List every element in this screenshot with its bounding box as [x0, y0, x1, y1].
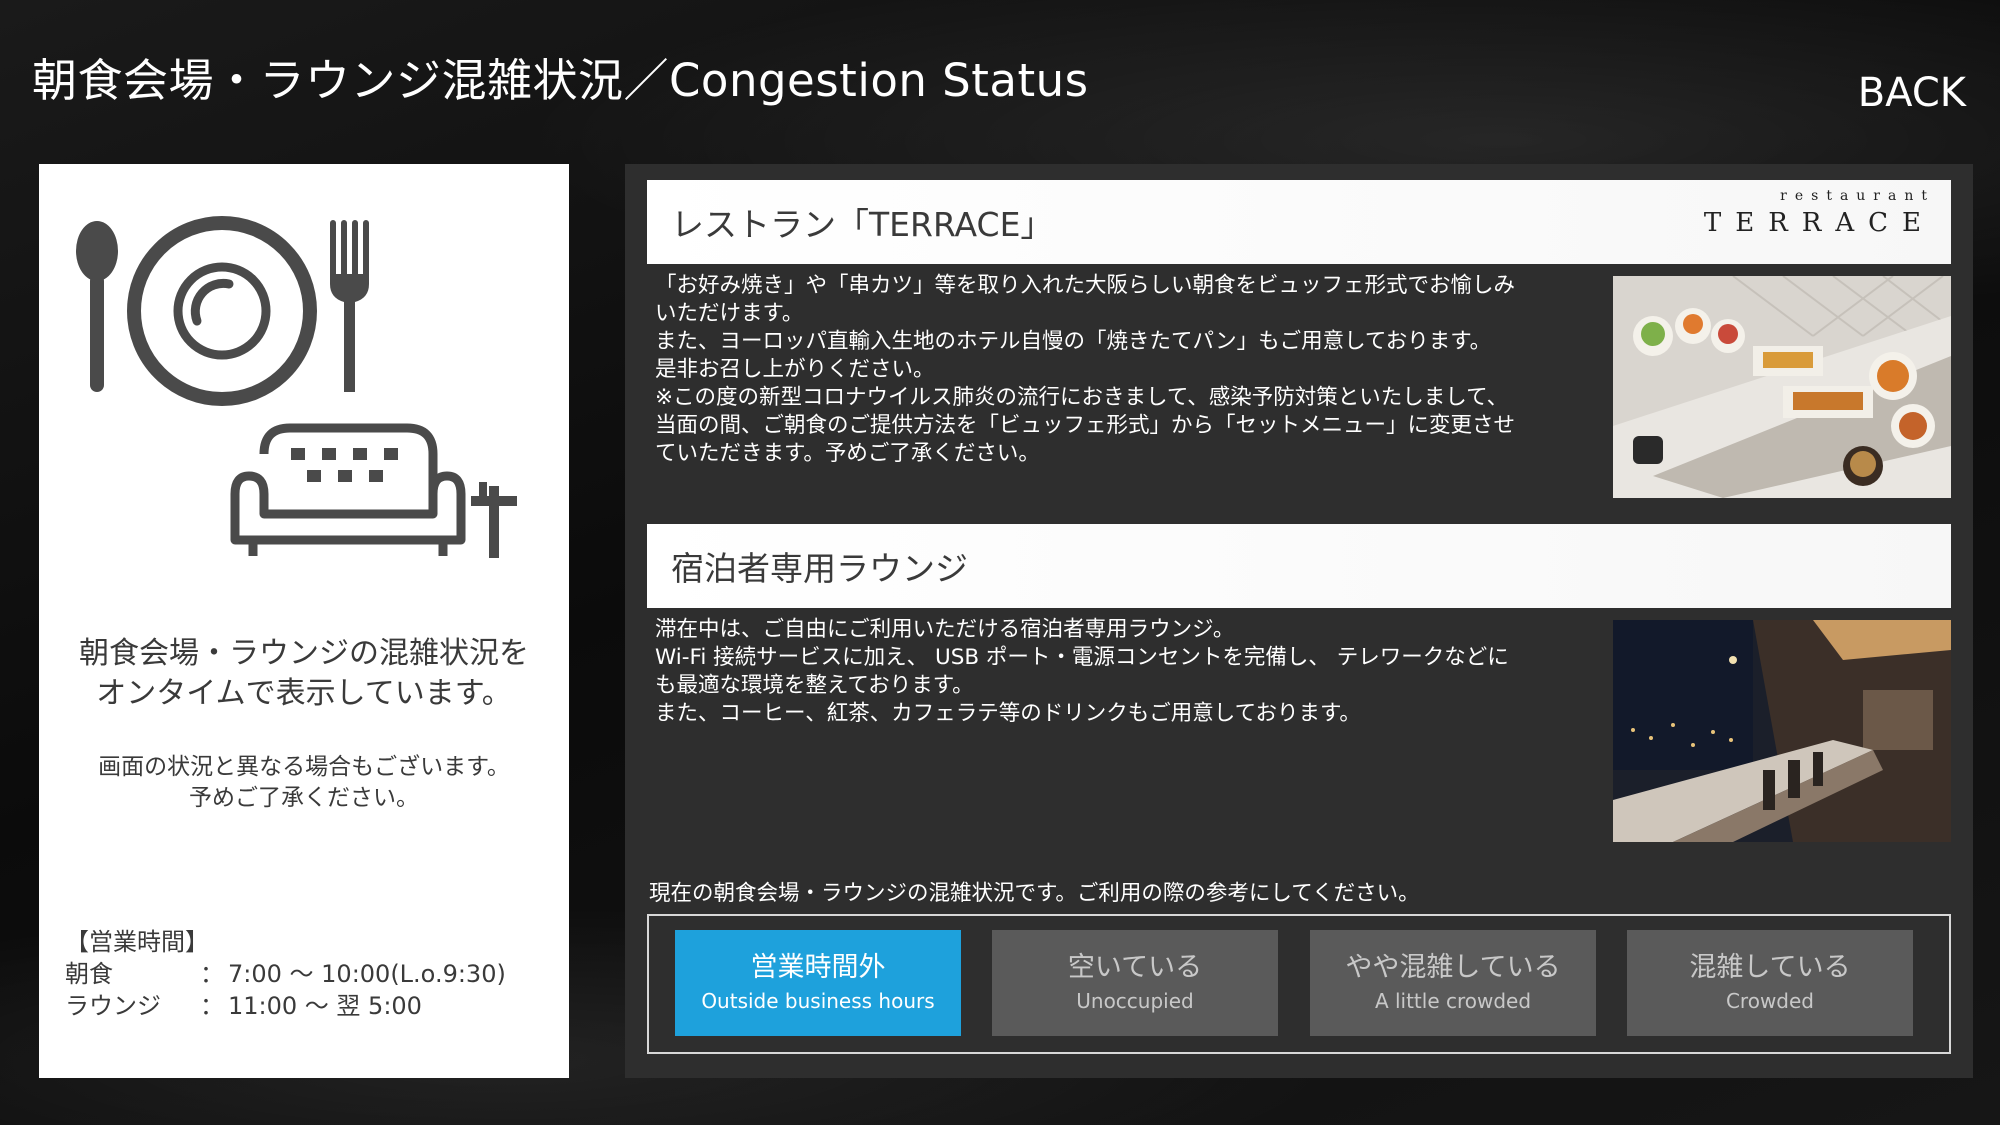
spoon-icon — [76, 221, 118, 392]
table-icon — [471, 482, 517, 558]
status-label-en: Outside business hours — [701, 989, 935, 1013]
status-label-jp: 混雑している — [1689, 952, 1851, 983]
business-hours: 【営業時間】 朝食 ： 7:00 ～ 10:00(L.o.9:30) ラウンジ … — [65, 926, 555, 1022]
status-label-en: A little crowded — [1374, 989, 1532, 1013]
hours-separator: ： — [200, 960, 224, 988]
status-label-jp: やや混雑している — [1345, 952, 1561, 983]
terrace-logo: restaurant TERRACE — [1703, 188, 1935, 238]
hours-label: 朝食 — [65, 960, 113, 988]
hours-separator: ： — [200, 992, 224, 1020]
status-label-jp: 空いている — [1067, 952, 1203, 983]
status-crowded-button[interactable]: 混雑している Crowded — [1627, 930, 1913, 1036]
hours-row-lounge: ラウンジ ： 11:00 ～ 翌 5:00 — [65, 990, 555, 1022]
restaurant-buffet-photo — [1613, 276, 1951, 498]
status-little-crowded-button[interactable]: やや混雑している A little crowded — [1310, 930, 1596, 1036]
back-button[interactable]: BACK — [1858, 70, 1966, 116]
page-title: 朝食会場・ラウンジ混雑状況／Congestion Status — [32, 54, 1089, 107]
sofa-icon — [230, 423, 466, 556]
status-unoccupied-button[interactable]: 空いている Unoccupied — [992, 930, 1278, 1036]
hours-label: ラウンジ — [65, 992, 161, 1020]
restaurant-header: レストラン「TERRACE」 restaurant TERRACE — [647, 180, 1951, 264]
realtime-description: 朝食会場・ラウンジの混雑状況を オンタイムで表示しています。 — [79, 636, 529, 711]
lounge-description: 滞在中は、ご自由にご利用いただける宿泊者専用ラウンジ。 Wi-Fi 接続サービス… — [655, 617, 1509, 726]
restaurant-title: レストラン「TERRACE」 — [671, 205, 1054, 244]
congestion-status-bar: 営業時間外 Outside business hours 空いている Unocc… — [647, 914, 1951, 1054]
fork-icon — [330, 220, 369, 392]
plate-icon — [127, 216, 317, 406]
lounge-title: 宿泊者専用ラウンジ — [671, 549, 968, 588]
status-label-en: Crowded — [1725, 989, 1815, 1013]
info-panel: 朝食会場・ラウンジの混雑状況を オンタイムで表示しています。 画面の状況と異なる… — [39, 164, 569, 1078]
hours-value: 7:00 ～ 10:00(L.o.9:30) — [228, 960, 506, 988]
status-caption: 現在の朝食会場・ラウンジの混雑状況です。ご利用の際の参考にしてください。 — [649, 881, 1420, 906]
status-label-jp: 営業時間外 — [750, 952, 886, 983]
hours-row-breakfast: 朝食 ： 7:00 ～ 10:00(L.o.9:30) — [65, 958, 555, 990]
dining-lounge-illustration — [76, 216, 517, 558]
venue-panel: レストラン「TERRACE」 restaurant TERRACE 「お好み焼き… — [625, 164, 1973, 1078]
hours-value: 11:00 ～ 翌 5:00 — [228, 992, 422, 1020]
lounge-header: 宿泊者専用ラウンジ — [647, 524, 1951, 608]
restaurant-description: 「お好み焼き」や「串カツ」等を取り入れた大阪らしい朝食をビュッフェ形式でお愉しみ… — [655, 273, 1516, 466]
status-label-en: Unoccupied — [1076, 989, 1194, 1013]
disclaimer-note: 画面の状況と異なる場合もございます。 予めご了承ください。 — [98, 754, 510, 811]
lounge-photo — [1613, 620, 1951, 842]
hours-title: 【営業時間】 — [65, 928, 209, 956]
sofa-button-dots — [291, 448, 398, 482]
status-outside-hours-button[interactable]: 営業時間外 Outside business hours — [675, 930, 961, 1036]
